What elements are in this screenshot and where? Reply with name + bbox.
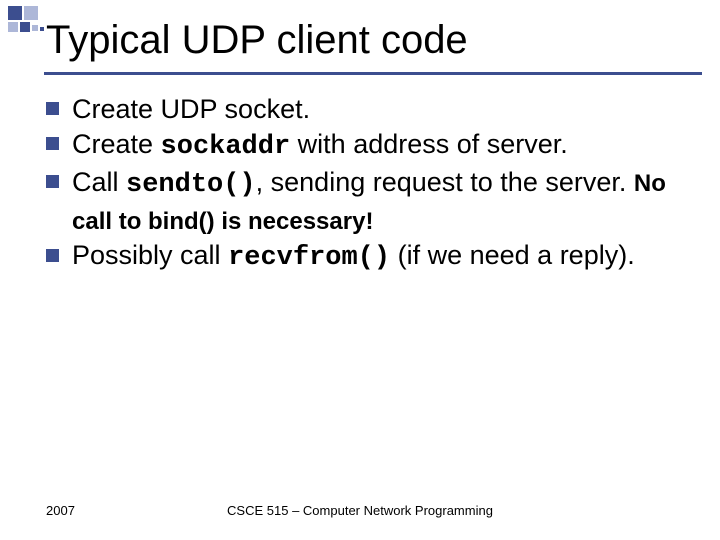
bullet-text: Call [72,167,126,197]
bullet-text: , sending request to the server. [256,167,634,197]
list-item: Create sockaddr with address of server. [46,127,680,165]
code-token: recvfrom() [228,243,390,273]
bullet-text: (if we need a reply). [390,240,635,270]
deco-square [20,22,30,32]
deco-square [8,6,22,20]
list-item: Create UDP socket. [46,92,680,127]
bullet-text: Possibly call [72,240,228,270]
deco-square [8,22,18,32]
deco-square [40,27,44,31]
code-token: sendto() [126,170,256,200]
code-token: sockaddr [161,132,291,162]
bullet-text: with address of server. [290,129,568,159]
bullet-list: Create UDP socket. Create sockaddr with … [46,92,680,276]
bullet-text: Create UDP socket. [72,94,310,124]
bullet-text: Create [72,129,161,159]
bullet-icon [46,137,59,150]
title-rule [44,72,702,75]
footer-course: CSCE 515 – Computer Network Programming [0,503,720,518]
bullet-icon [46,175,59,188]
list-item: Possibly call recvfrom() (if we need a r… [46,238,680,276]
list-item: Call sendto(), sending request to the se… [46,165,680,238]
deco-square [32,25,38,31]
deco-square [24,6,38,20]
slide-title: Typical UDP client code [46,18,700,63]
bullet-icon [46,102,59,115]
slide: Typical UDP client code Create UDP socke… [0,0,720,540]
bullet-icon [46,249,59,262]
